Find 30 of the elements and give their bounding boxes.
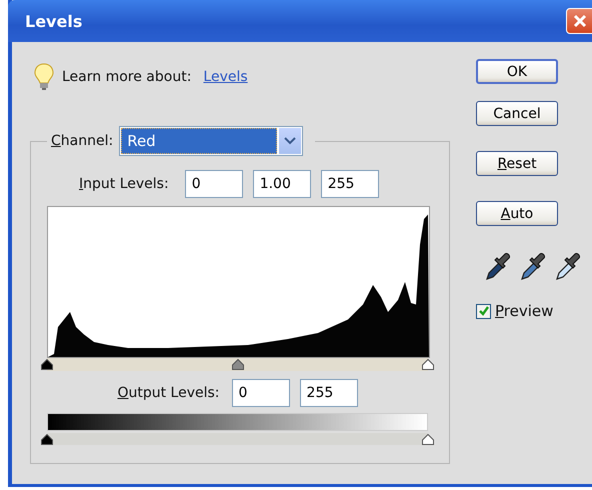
close-button[interactable] <box>566 8 592 34</box>
dialog-button[interactable]: Reset <box>476 151 558 176</box>
input-levels-label: Input Levels: <box>79 176 169 192</box>
slider-handle[interactable] <box>41 434 53 445</box>
output-level-field[interactable]: 0 <box>232 379 290 407</box>
slider-handle[interactable] <box>422 434 434 445</box>
eyedropper-icon[interactable] <box>484 252 510 282</box>
eyedropper-icon[interactable] <box>554 252 580 282</box>
eyedropper-icon[interactable] <box>519 252 545 282</box>
input-level-field[interactable]: 0 <box>184 170 243 198</box>
channel-label: Channel: <box>51 133 114 149</box>
slider-handle[interactable] <box>422 359 434 370</box>
lightbulb-icon <box>34 63 54 91</box>
dialog-button[interactable]: Cancel <box>476 101 558 126</box>
checkmark-icon <box>478 305 490 317</box>
slider-handle[interactable] <box>232 359 244 370</box>
levels-link[interactable]: Levels <box>203 69 248 85</box>
channel-dropdown[interactable]: Red <box>119 126 304 156</box>
output-levels-label: Output Levels: <box>117 385 220 401</box>
dialog-button[interactable]: OK <box>476 59 558 84</box>
slider-handle[interactable] <box>41 359 53 370</box>
dialog-button[interactable]: Auto <box>476 201 558 226</box>
input-level-field[interactable]: 255 <box>320 170 379 198</box>
output-level-field[interactable]: 255 <box>300 379 358 407</box>
window-title: Levels <box>25 12 82 30</box>
input-level-field[interactable]: 1.00 <box>252 170 311 198</box>
chevron-down-icon <box>284 137 296 145</box>
learn-more-label: Learn more about: <box>62 69 192 85</box>
close-icon <box>572 13 588 29</box>
preview-checkbox[interactable]: Preview <box>476 302 554 320</box>
